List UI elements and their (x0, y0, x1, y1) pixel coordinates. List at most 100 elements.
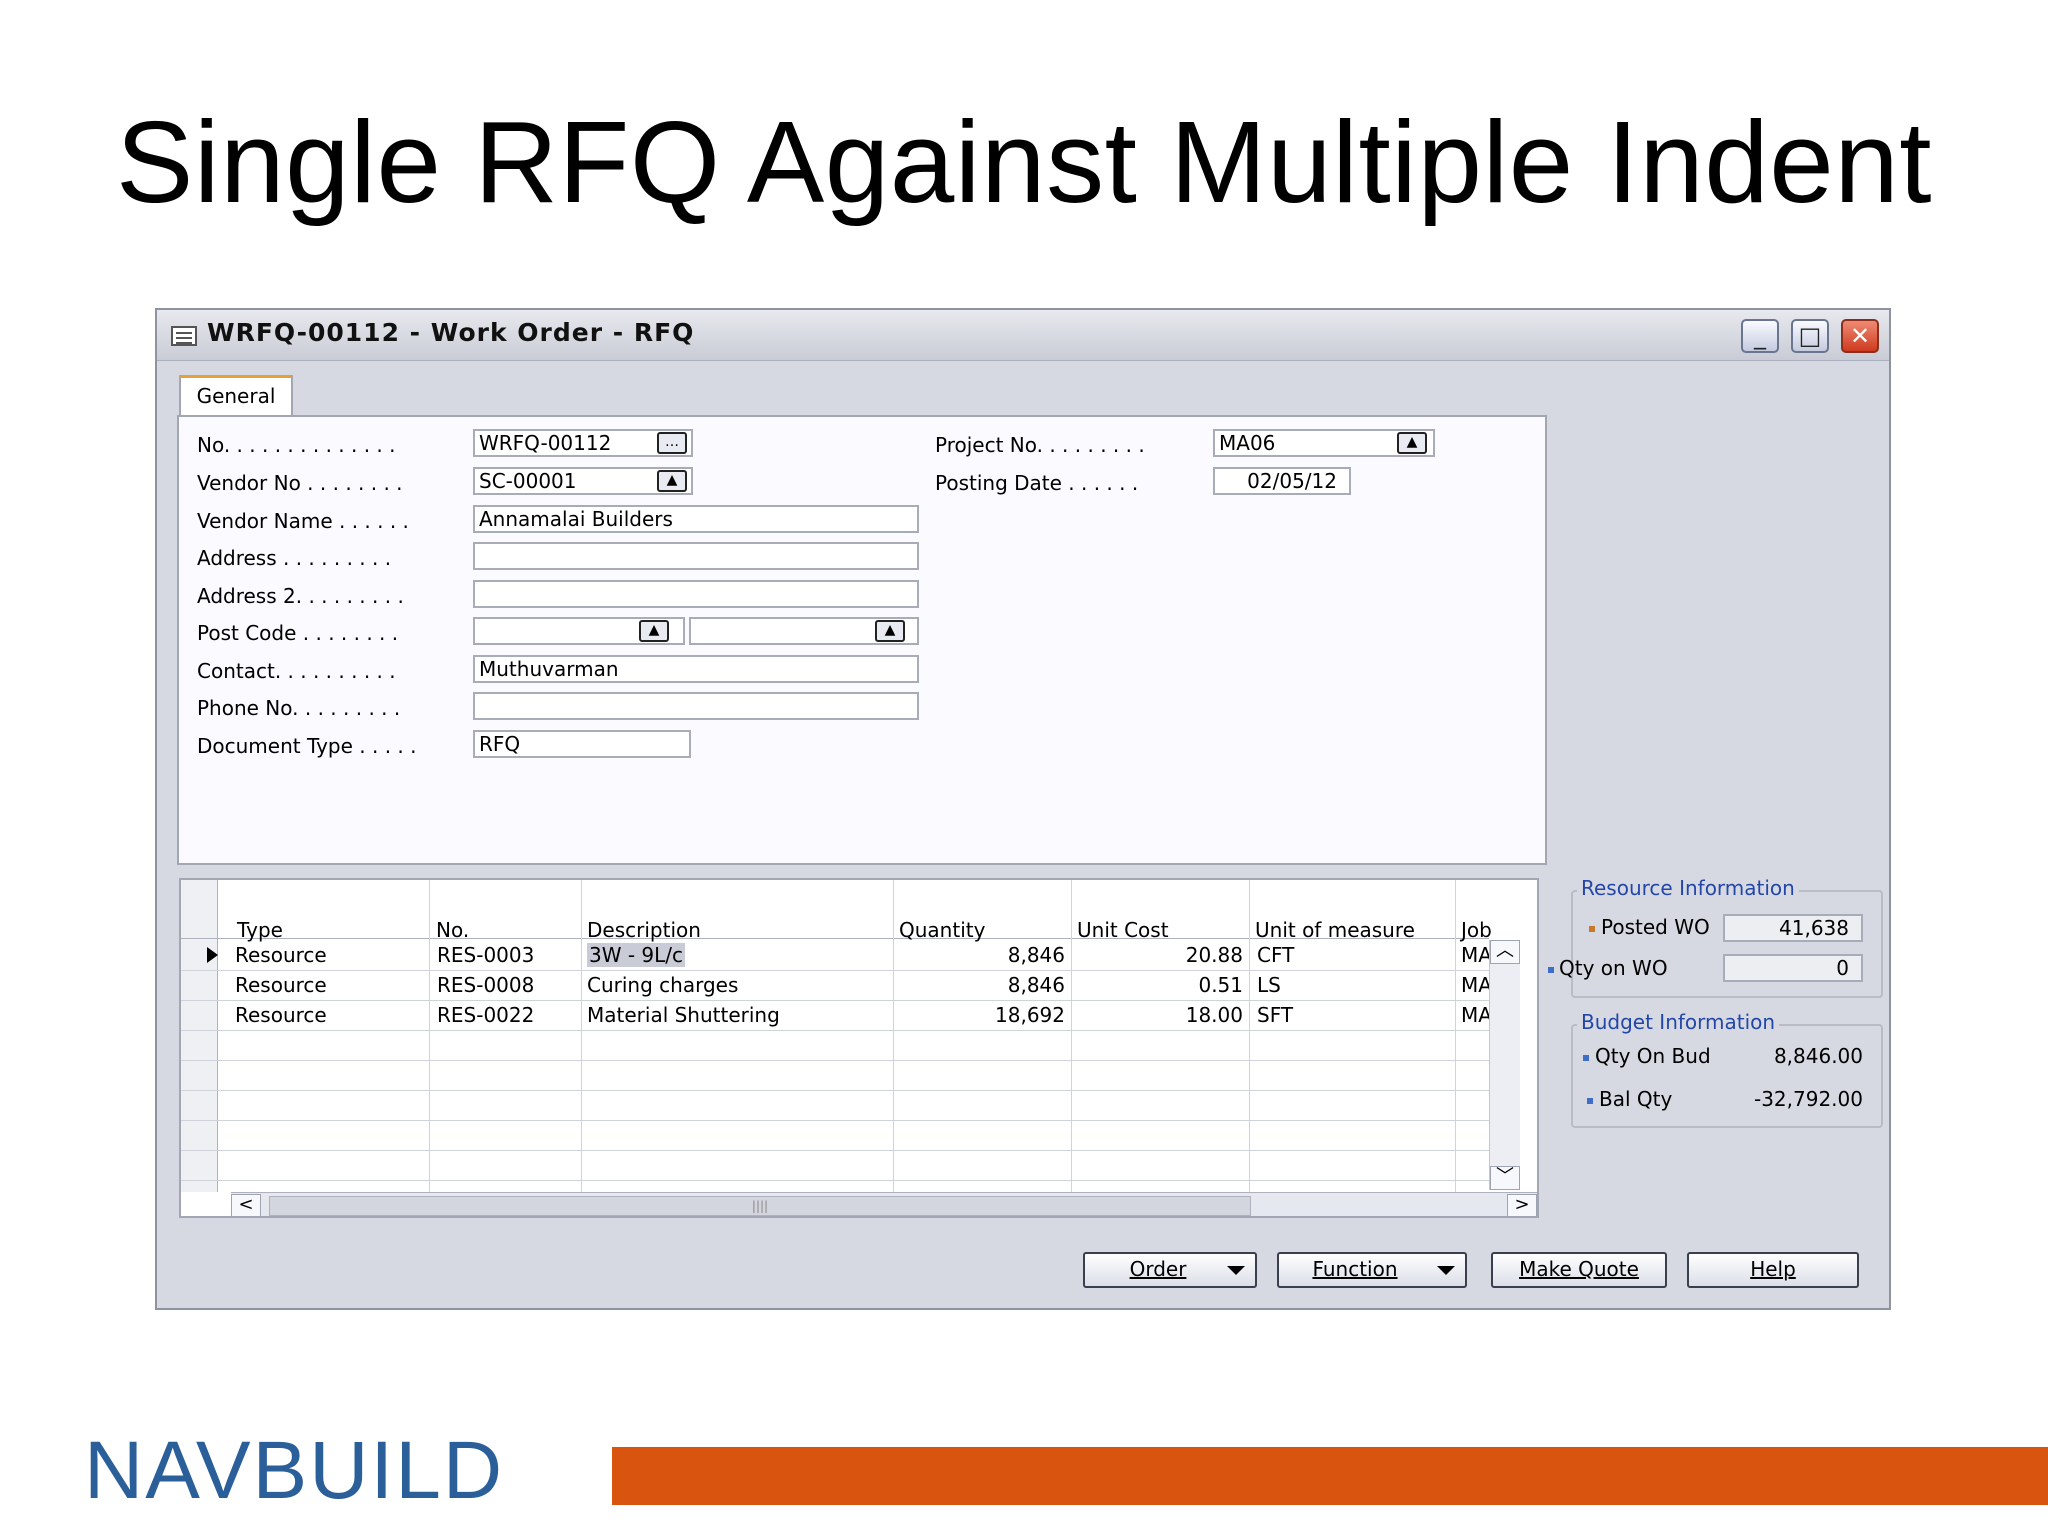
vertical-scrollbar[interactable]: ︿ ﹀ (1489, 940, 1520, 1190)
vendor-no-value: SC-00001 (479, 469, 577, 493)
scroll-right-icon[interactable]: > (1507, 1194, 1537, 1216)
function-button[interactable]: Function (1277, 1252, 1467, 1288)
project-no-label: Project No. . . . . . . . . (935, 433, 1145, 457)
row-selector-column (181, 880, 218, 1192)
address-field[interactable] (473, 542, 919, 570)
minimize-button[interactable]: _ (1741, 319, 1779, 353)
cell-job[interactable]: MAC (1461, 1003, 1489, 1027)
general-panel: No. . . . . . . . . . . . . . Vendor No … (177, 415, 1547, 865)
cell-description[interactable]: Material Shuttering (587, 1003, 780, 1027)
cell-no[interactable]: RES-0008 (437, 973, 534, 997)
function-button-label: Function (1312, 1257, 1398, 1281)
scroll-up-icon[interactable]: ︿ (1490, 940, 1520, 964)
posted-wo-field[interactable]: 41,638 (1723, 914, 1863, 942)
post-code-label: Post Code . . . . . . . . (197, 621, 399, 645)
column-header-job[interactable]: Job (1461, 918, 1492, 942)
cell-job[interactable]: MAC (1461, 973, 1489, 997)
address-label: Address . . . . . . . . . (197, 546, 392, 570)
column-header-unit-cost[interactable]: Unit Cost (1077, 918, 1169, 942)
table-row[interactable]: Resource RES-0003 3W - 9L/c 8,846 20.88 … (219, 940, 1489, 970)
cell-unit-of-measure[interactable]: SFT (1257, 1003, 1293, 1027)
cell-no[interactable]: RES-0003 (437, 943, 534, 967)
city-lookup-icon[interactable]: ▲ (875, 620, 905, 642)
column-header-unit-of-measure[interactable]: Unit of measure (1255, 918, 1415, 942)
cell-unit-cost[interactable]: 0.51 (1071, 973, 1243, 997)
order-button[interactable]: Order (1083, 1252, 1257, 1288)
address2-field[interactable] (473, 580, 919, 608)
horizontal-scrollbar[interactable]: < |||| > (231, 1192, 1537, 1216)
cell-unit-cost[interactable]: 18.00 (1071, 1003, 1243, 1027)
slide-title: Single RFQ Against Multiple Indent (116, 97, 1932, 227)
row-divider (181, 1120, 1489, 1121)
posted-wo-label: Posted WO (1601, 915, 1710, 939)
help-button-label: Help (1750, 1257, 1796, 1281)
cell-type[interactable]: Resource (235, 1003, 327, 1027)
cell-quantity[interactable]: 8,846 (895, 973, 1065, 997)
row-divider (181, 1060, 1489, 1061)
no-label: No. . . . . . . . . . . . . . (197, 433, 396, 457)
scroll-thumb[interactable]: |||| (269, 1196, 1251, 1216)
posting-date-label: Posting Date . . . . . . (935, 471, 1139, 495)
posting-date-field[interactable]: 02/05/12 (1213, 467, 1351, 495)
scroll-down-icon[interactable]: ﹀ (1490, 1166, 1520, 1190)
column-header-type[interactable]: Type (237, 918, 283, 942)
post-code-lookup-icon[interactable]: ▲ (639, 620, 669, 642)
document-type-value: RFQ (479, 732, 521, 756)
column-divider (1249, 880, 1250, 1192)
form-icon (171, 326, 197, 346)
chevron-down-icon (1227, 1266, 1245, 1275)
order-button-label: Order (1129, 1257, 1187, 1281)
project-no-value: MA06 (1219, 431, 1276, 455)
tab-general[interactable]: General (179, 375, 293, 417)
qty-on-wo-value: 0 (1836, 956, 1849, 980)
help-button[interactable]: Help (1687, 1252, 1859, 1288)
contact-field[interactable]: Muthuvarman (473, 655, 919, 683)
cell-unit-of-measure[interactable]: CFT (1257, 943, 1294, 967)
project-lookup-icon[interactable]: ▲ (1397, 432, 1427, 454)
phone-field[interactable] (473, 692, 919, 720)
scroll-left-icon[interactable]: < (231, 1194, 261, 1216)
maximize-button[interactable]: □ (1791, 319, 1829, 353)
vendor-no-label: Vendor No . . . . . . . . (197, 471, 403, 495)
cell-type[interactable]: Resource (235, 973, 327, 997)
window-titlebar[interactable]: WRFQ-00112 - Work Order - RFQ _ □ ✕ (157, 310, 1889, 361)
close-button[interactable]: ✕ (1841, 319, 1879, 353)
cell-quantity[interactable]: 8,846 (895, 943, 1065, 967)
budget-info-group (1571, 1024, 1883, 1128)
cell-unit-cost[interactable]: 20.88 (1071, 943, 1243, 967)
table-row[interactable]: Resource RES-0022 Material Shuttering 18… (219, 1000, 1489, 1030)
cell-no[interactable]: RES-0022 (437, 1003, 534, 1027)
vendor-name-field[interactable]: Annamalai Builders (473, 505, 919, 533)
make-quote-button-label: Make Quote (1519, 1257, 1639, 1281)
bullet-icon (1548, 967, 1554, 973)
footer-accent-bar (612, 1447, 2048, 1505)
vendor-name-label: Vendor Name . . . . . . (197, 509, 409, 533)
contact-label: Contact. . . . . . . . . . (197, 659, 396, 683)
qty-on-bud-value: 8,846.00 (1773, 1044, 1863, 1068)
cell-type[interactable]: Resource (235, 943, 327, 967)
navbuild-logo: NAVBUILD (84, 1425, 505, 1516)
column-header-no[interactable]: No. (436, 918, 469, 942)
column-header-description[interactable]: Description (587, 918, 701, 942)
resource-info-title: Resource Information (1577, 876, 1799, 900)
posted-wo-value: 41,638 (1779, 916, 1849, 940)
column-header-quantity[interactable]: Quantity (899, 918, 985, 942)
window-title: WRFQ-00112 - Work Order - RFQ (207, 318, 695, 347)
cell-unit-of-measure[interactable]: LS (1257, 973, 1281, 997)
vendor-lookup-icon[interactable]: ▲ (657, 470, 687, 492)
budget-info-title: Budget Information (1577, 1010, 1780, 1034)
cell-description[interactable]: 3W - 9L/c (587, 943, 686, 967)
cell-quantity[interactable]: 18,692 (895, 1003, 1065, 1027)
cell-job[interactable]: MAC (1461, 943, 1489, 967)
assist-edit-button[interactable]: … (657, 432, 687, 454)
bullet-icon (1583, 1055, 1589, 1061)
column-divider (429, 880, 430, 1192)
row-divider (181, 1180, 1489, 1181)
column-divider (893, 880, 894, 1192)
rfq-window: WRFQ-00112 - Work Order - RFQ _ □ ✕ Gene… (155, 308, 1891, 1310)
make-quote-button[interactable]: Make Quote (1491, 1252, 1667, 1288)
qty-on-wo-field[interactable]: 0 (1723, 954, 1863, 982)
table-row[interactable]: Resource RES-0008 Curing charges 8,846 0… (219, 970, 1489, 1000)
document-type-field[interactable]: RFQ (473, 730, 691, 758)
cell-description[interactable]: Curing charges (587, 973, 738, 997)
